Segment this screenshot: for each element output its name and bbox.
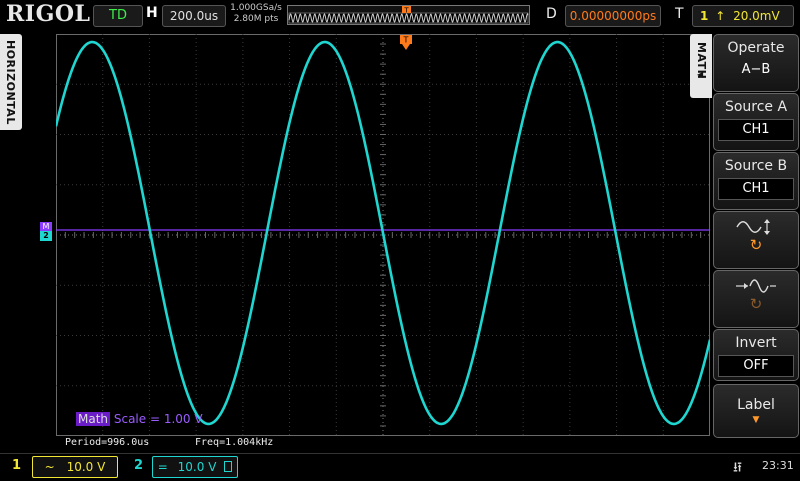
ch2-status[interactable]: = 10.0 V: [152, 456, 238, 478]
dc-coupling-icon: =: [157, 460, 168, 474]
rising-edge-icon: ↑: [715, 9, 726, 23]
math-scale: Scale = 1.00 V: [113, 412, 203, 426]
channel-status-bar: [0, 453, 800, 481]
acquire-mode-badge[interactable]: TD: [93, 5, 143, 27]
source-b-softkey[interactable]: Source B CH1: [713, 152, 799, 210]
channel-1-icon: 1: [700, 9, 709, 23]
wave-offset-icon: [736, 219, 770, 235]
operate-value: A−B: [741, 62, 771, 77]
bandwidth-limit-icon: [224, 461, 233, 472]
source-a-value: CH1: [718, 119, 794, 141]
operate-title: Operate: [727, 40, 785, 56]
ch2-marker[interactable]: 2: [40, 231, 52, 241]
menu-arrow-icon: ◀: [697, 70, 704, 79]
memory-depth: 2.80M pts: [233, 14, 279, 24]
math-status: Math Scale = 1.00 V: [76, 412, 203, 426]
math-tag: Math: [76, 412, 111, 426]
ch2-scale: 10.0 V: [177, 460, 217, 474]
delay-label: D: [546, 6, 557, 22]
ch1-status[interactable]: ~ 10.0 V: [32, 456, 118, 478]
clock: 23:31: [762, 459, 794, 472]
horizontal-tab-label: HORIZONTAL: [4, 40, 17, 125]
wave-scale-icon: [736, 279, 776, 293]
trigger-readout[interactable]: 1 ↑ 20.0mV: [692, 5, 794, 27]
operate-softkey[interactable]: Operate A−B: [713, 34, 799, 92]
invert-softkey[interactable]: Invert OFF: [713, 329, 799, 381]
source-b-value: CH1: [718, 178, 794, 200]
period-measurement[interactable]: Period=996.0us: [65, 437, 149, 448]
label-softkey[interactable]: Label ▼: [713, 384, 799, 438]
ch1-number: 1: [12, 458, 22, 473]
trigger-label: T: [675, 6, 684, 22]
svg-text:T: T: [403, 36, 409, 45]
ch2-number: 2: [134, 458, 144, 473]
svg-text:T: T: [403, 7, 409, 15]
invert-value: OFF: [718, 355, 794, 377]
timebase-readout[interactable]: 200.0us: [162, 5, 226, 27]
math-menu-tab[interactable]: MATH: [690, 34, 712, 98]
frequency-measurement[interactable]: Freq=1.004kHz: [195, 437, 273, 448]
horizontal-side-tab[interactable]: HORIZONTAL: [0, 34, 22, 130]
source-a-softkey[interactable]: Source A CH1: [713, 93, 799, 151]
trigger-position-marker[interactable]: T: [399, 34, 413, 52]
horizontal-label: H: [146, 5, 158, 21]
usb-icon: ⭿: [733, 460, 743, 476]
trigger-level: 20.0mV: [733, 9, 780, 23]
vertical-scale-softkey[interactable]: ↻: [713, 270, 799, 328]
delay-readout[interactable]: 0.00000000ps: [565, 5, 661, 27]
sample-info: 1.000GSa/s 2.80M pts: [230, 3, 282, 25]
waveform-grid[interactable]: [56, 34, 710, 436]
label-title: Label: [737, 397, 775, 413]
rigol-logo: RIGOL: [6, 1, 91, 27]
memory-overview-bar[interactable]: T: [287, 5, 530, 25]
sample-rate: 1.000GSa/s: [230, 3, 282, 13]
chevron-down-icon: ▼: [752, 415, 760, 425]
source-b-title: Source B: [724, 158, 788, 174]
rotate-knob-icon: ↻: [749, 236, 763, 254]
invert-title: Invert: [735, 335, 777, 351]
ac-coupling-icon: ~: [44, 460, 55, 474]
vertical-offset-softkey[interactable]: ↻: [713, 211, 799, 269]
source-a-title: Source A: [724, 99, 788, 115]
rotate-knob-icon-dim: ↻: [749, 295, 763, 313]
ch1-scale: 10.0 V: [66, 460, 106, 474]
